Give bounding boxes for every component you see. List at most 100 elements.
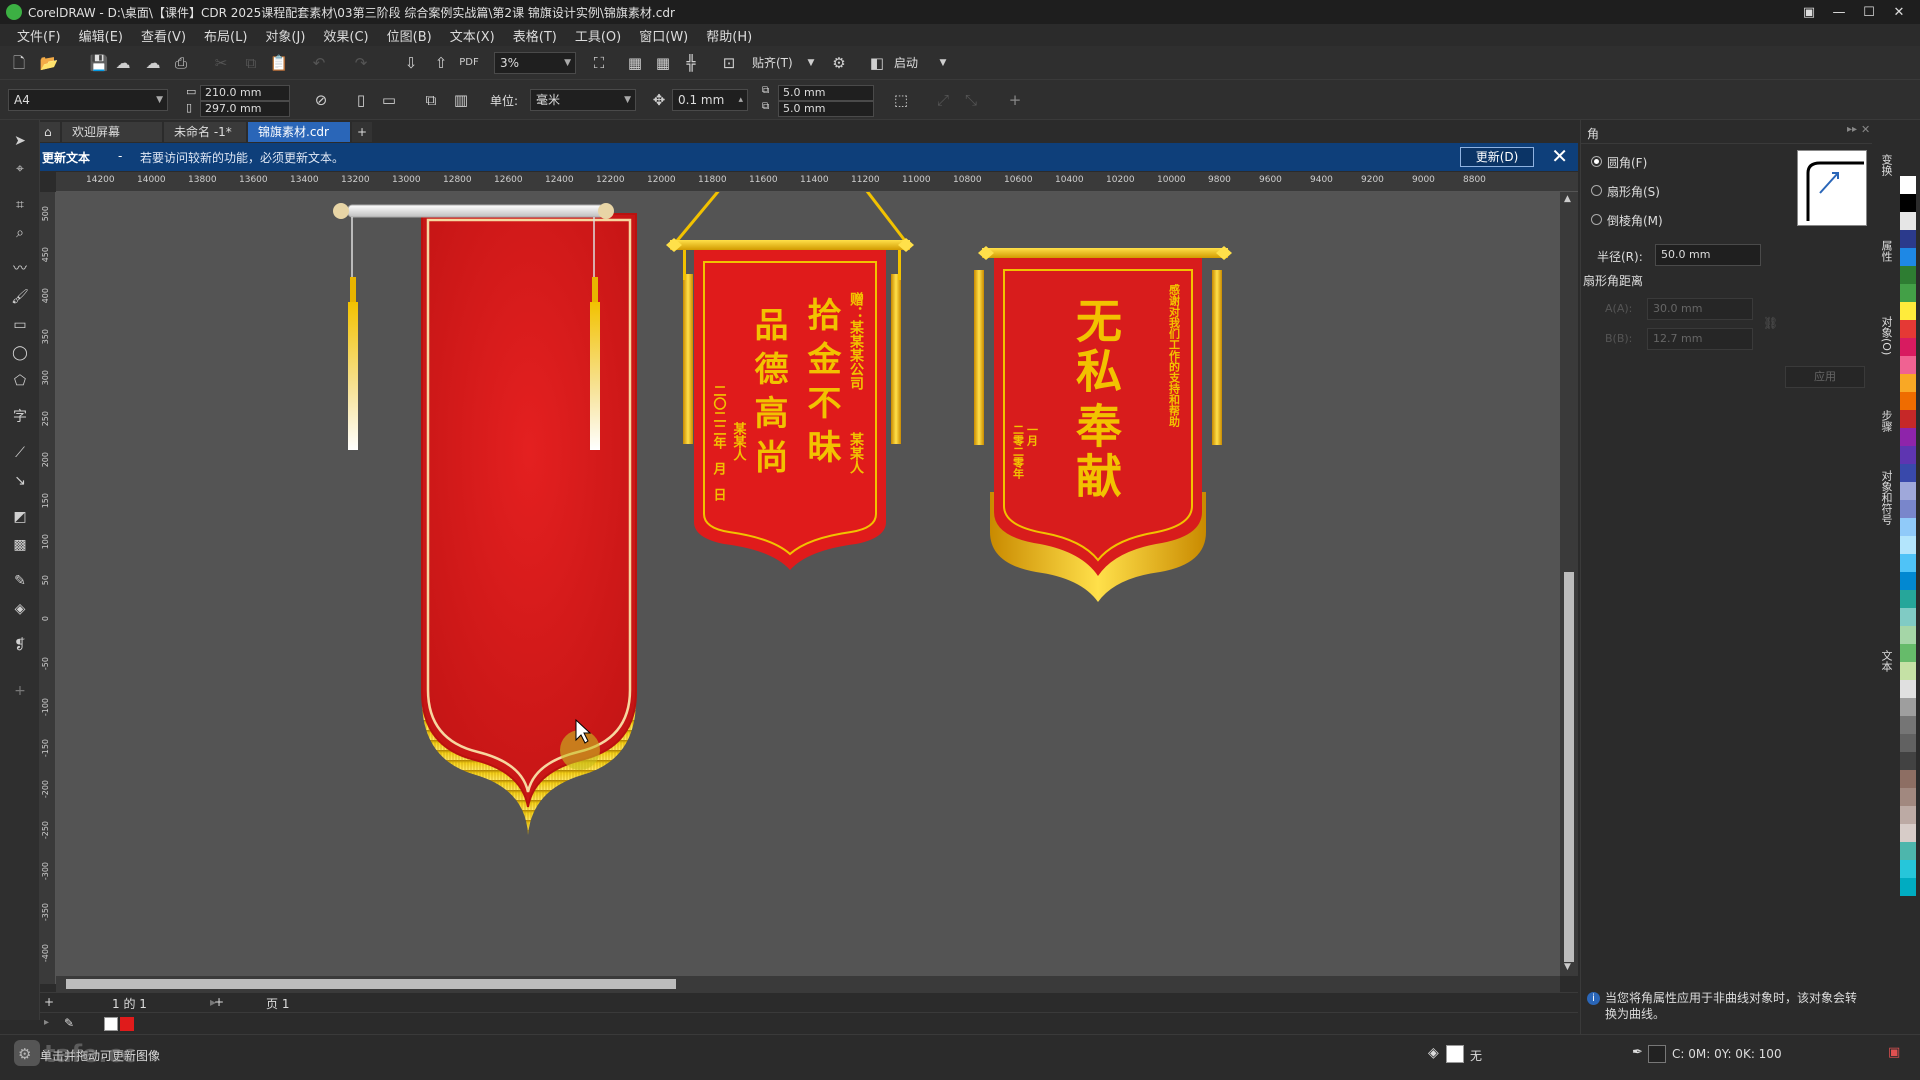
smart-fill-icon[interactable]: ❡ bbox=[9, 634, 31, 656]
snap-to-dropdown[interactable]: 贴齐(T) bbox=[752, 54, 793, 71]
palette-swatch[interactable] bbox=[1900, 482, 1916, 500]
palette-swatch[interactable] bbox=[1900, 878, 1916, 896]
chevron-down-icon[interactable]: ▼ bbox=[932, 52, 954, 74]
radius-input[interactable]: 50.0 mm bbox=[1655, 244, 1761, 266]
add-tool-icon[interactable]: + bbox=[9, 680, 31, 702]
palette-swatch[interactable] bbox=[1900, 446, 1916, 464]
palette-swatch[interactable] bbox=[1900, 572, 1916, 590]
save-icon[interactable]: 💾 bbox=[88, 52, 110, 74]
palette-swatch[interactable] bbox=[1900, 626, 1916, 644]
transparency-icon[interactable]: ▩ bbox=[9, 534, 31, 556]
polygon-tool-icon[interactable]: ⬠ bbox=[9, 370, 31, 392]
palette-swatch[interactable] bbox=[1900, 662, 1916, 680]
outline-color-swatch[interactable] bbox=[1648, 1045, 1666, 1063]
tab-text[interactable]: 文本 bbox=[1878, 650, 1894, 672]
fill-none-swatch[interactable] bbox=[1446, 1045, 1464, 1063]
horizontal-ruler[interactable]: 14200 14000 13800 13600 13400 13200 13000 12800… bbox=[56, 172, 1578, 192]
add-page-after-icon[interactable]: + bbox=[214, 995, 224, 1009]
cut-icon[interactable]: ✂ bbox=[210, 52, 232, 74]
palette-swatch[interactable] bbox=[1900, 374, 1916, 392]
zoom-level-dropdown[interactable]: 3% ▼ bbox=[494, 52, 576, 74]
link-icon[interactable]: ⛓ bbox=[1763, 316, 1778, 330]
parallel-dimension-icon[interactable]: ⟋ bbox=[9, 442, 31, 464]
menu-file[interactable]: 文件(F) bbox=[8, 26, 70, 45]
menu-layout[interactable]: 布局(L) bbox=[195, 26, 256, 45]
palette-swatch[interactable] bbox=[1900, 500, 1916, 518]
portrait-icon[interactable]: ▯ bbox=[350, 89, 372, 111]
palette-swatch[interactable] bbox=[1900, 770, 1916, 788]
swatch-none[interactable] bbox=[104, 1017, 118, 1031]
palette-swatch[interactable] bbox=[1900, 698, 1916, 716]
banner-2[interactable] bbox=[666, 192, 914, 570]
palette-swatch[interactable] bbox=[1900, 356, 1916, 374]
palette-swatch[interactable] bbox=[1900, 860, 1916, 878]
palette-swatch[interactable] bbox=[1900, 554, 1916, 572]
page-height-input[interactable]: 297.0 mm bbox=[200, 101, 290, 117]
palette-swatch[interactable] bbox=[1900, 212, 1916, 230]
palette-swatch[interactable] bbox=[1900, 392, 1916, 410]
minimize-button[interactable]: — bbox=[1824, 5, 1854, 20]
tab-properties[interactable]: 属性 bbox=[1878, 240, 1894, 262]
maximize-button[interactable]: ☐ bbox=[1854, 5, 1884, 20]
palette-swatch[interactable] bbox=[1900, 320, 1916, 338]
palette-swatch[interactable] bbox=[1900, 644, 1916, 662]
palette-swatch[interactable] bbox=[1900, 230, 1916, 248]
launch-dropdown[interactable]: 启动 bbox=[894, 54, 918, 71]
palette-swatch[interactable] bbox=[1900, 266, 1916, 284]
horizontal-scrollbar[interactable] bbox=[56, 976, 1560, 992]
full-screen-icon[interactable]: ⛶ bbox=[588, 52, 610, 74]
distance-a-input[interactable]: 30.0 mm bbox=[1647, 298, 1753, 320]
restore-panel-icon[interactable]: ▣ bbox=[1794, 5, 1824, 20]
swatch-red[interactable] bbox=[120, 1017, 134, 1031]
palette-swatch[interactable] bbox=[1900, 410, 1916, 428]
cloud-upload-icon[interactable]: ☁ bbox=[112, 52, 134, 74]
palette-swatch[interactable] bbox=[1900, 428, 1916, 446]
units-dropdown[interactable]: 毫米 ▼ bbox=[530, 89, 636, 111]
menu-bitmaps[interactable]: 位图(B) bbox=[378, 26, 441, 45]
palette-swatch[interactable] bbox=[1900, 824, 1916, 842]
show-rulers-icon[interactable]: ▦ bbox=[624, 52, 646, 74]
options-gear-icon[interactable]: ⚙ bbox=[828, 52, 850, 74]
scalloped-corner-radio[interactable] bbox=[1591, 185, 1602, 196]
connector-tool-icon[interactable]: ↘ bbox=[9, 470, 31, 492]
text-tool-icon[interactable]: 字 bbox=[9, 406, 31, 428]
vertical-ruler[interactable]: 500 450 400 350 300 250 200 150 100 50 0 -50 -100 -15… bbox=[40, 192, 56, 984]
rectangle-tool-icon[interactable]: ▭ bbox=[9, 314, 31, 336]
page-tab[interactable]: 页 1 bbox=[266, 995, 289, 1012]
palette-swatch[interactable] bbox=[1900, 608, 1916, 626]
close-icon[interactable]: ✕ bbox=[1551, 145, 1568, 167]
export-icon[interactable]: ⇧ bbox=[430, 52, 452, 74]
palette-swatch[interactable] bbox=[1900, 518, 1916, 536]
tab-active-document[interactable]: 锦旗素材.cdr bbox=[248, 122, 350, 142]
redo-icon[interactable]: ↷ bbox=[350, 52, 372, 74]
docker-close-icon[interactable]: ✕ bbox=[1861, 123, 1870, 136]
ellipse-tool-icon[interactable]: ◯ bbox=[9, 342, 31, 364]
menu-window[interactable]: 窗口(W) bbox=[630, 26, 697, 45]
vertical-scroll-thumb[interactable] bbox=[1564, 572, 1574, 962]
crop-tool-icon[interactable]: ⌗ bbox=[9, 194, 31, 216]
menu-table[interactable]: 表格(T) bbox=[504, 26, 566, 45]
page-width-input[interactable]: 210.0 mm bbox=[200, 85, 290, 101]
freehand-tool-icon[interactable]: 〰 bbox=[9, 258, 31, 280]
palette-expand-icon[interactable]: ▸ bbox=[44, 1017, 49, 1028]
landscape-icon[interactable]: ▭ bbox=[378, 89, 400, 111]
scroll-up-icon[interactable]: ▲ bbox=[1564, 194, 1571, 204]
rounded-corner-radio[interactable] bbox=[1591, 156, 1602, 167]
artistic-media-icon[interactable]: 🖌 bbox=[9, 286, 31, 308]
palette-swatch[interactable] bbox=[1900, 338, 1916, 356]
pick-tool-icon[interactable]: ➤ bbox=[9, 130, 31, 152]
color-proof-icon[interactable]: ▣ bbox=[1888, 1045, 1900, 1060]
update-text-button[interactable]: 更新(D) bbox=[1460, 147, 1534, 167]
nudge-distance-input[interactable]: 0.1 mm ▴ bbox=[672, 89, 748, 111]
interactive-fill-icon[interactable]: ◈ bbox=[9, 598, 31, 620]
palette-swatch[interactable] bbox=[1900, 194, 1916, 212]
new-tab-icon[interactable]: + bbox=[352, 122, 372, 142]
banner-1[interactable] bbox=[333, 203, 637, 835]
print-icon[interactable]: ⎙ bbox=[170, 52, 192, 74]
cloud-download-icon[interactable]: ☁ bbox=[142, 52, 164, 74]
palette-swatch[interactable] bbox=[1900, 248, 1916, 266]
add-page-icon[interactable]: + bbox=[44, 995, 54, 1009]
undo-icon[interactable]: ↶ bbox=[308, 52, 330, 74]
eyedropper-icon[interactable]: ✎ bbox=[64, 1016, 74, 1030]
distance-b-input[interactable]: 12.7 mm bbox=[1647, 328, 1753, 350]
